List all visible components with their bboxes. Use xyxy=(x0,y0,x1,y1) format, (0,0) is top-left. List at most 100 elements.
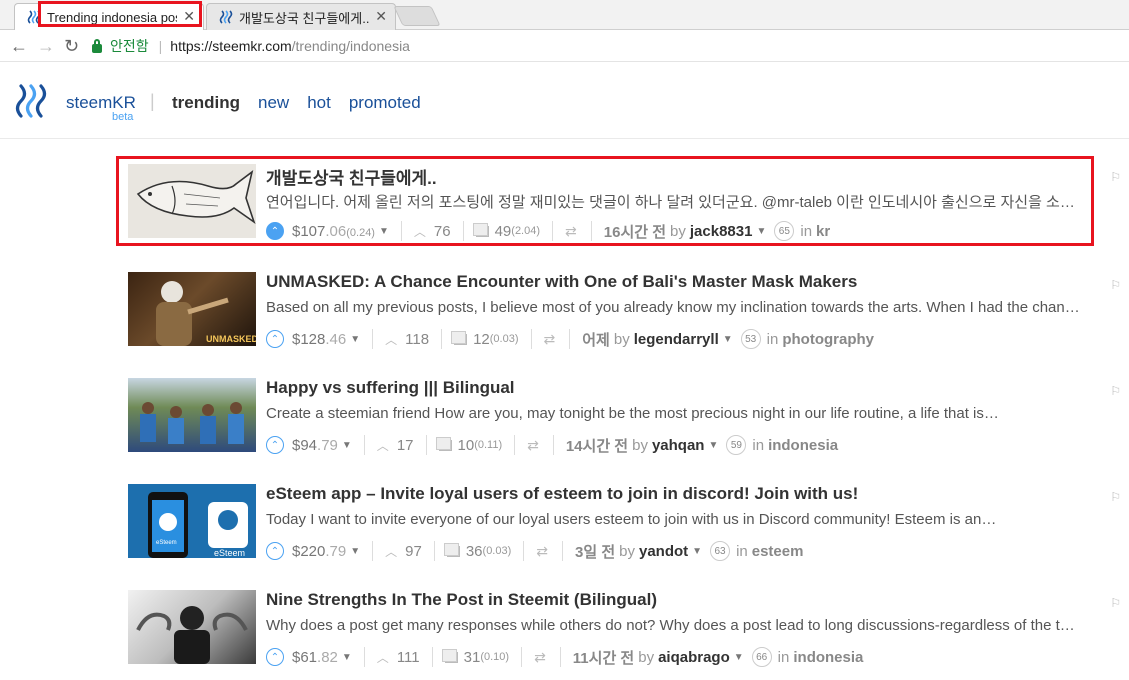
reputation-badge: 59 xyxy=(726,435,747,455)
browser-tab-post[interactable]: 개발도상국 친구들에게.. ✕ xyxy=(206,3,396,30)
comment-value: (0.03) xyxy=(482,545,512,557)
payout-dropdown-icon[interactable]: ▼ xyxy=(350,334,360,345)
post-meta: ⌃ $220.79 ▼ ︿ 97 36 (0.03) ⇄ 3일 전 by yand… xyxy=(266,540,803,562)
payout-value[interactable]: $94.79 xyxy=(292,437,338,454)
author-link[interactable]: aiqabrago xyxy=(658,649,730,666)
upvote-button[interactable]: ⌃ xyxy=(266,542,284,560)
author-dropdown-icon[interactable]: ▼ xyxy=(708,440,718,451)
post-thumbnail[interactable]: eSteem eSteem xyxy=(128,484,256,558)
nav-hot[interactable]: hot xyxy=(307,93,331,113)
meta-divider xyxy=(521,647,523,667)
mask-maker-photo-image: UNMASKED xyxy=(156,281,256,346)
meta-divider xyxy=(514,435,516,455)
upvote-button[interactable]: ⌃ xyxy=(266,648,284,666)
post-thumbnail[interactable] xyxy=(128,590,256,664)
resteem-icon[interactable]: ⇄ xyxy=(536,543,548,560)
payout-value[interactable]: $128.46 xyxy=(292,331,346,348)
payout-value[interactable]: $220.79 xyxy=(292,543,346,560)
post-title[interactable]: UNMASKED: A Chance Encounter with One of… xyxy=(266,272,857,292)
post-title[interactable]: Nine Strengths In The Post in Steemit (B… xyxy=(266,590,657,610)
group-photo-image xyxy=(140,402,244,444)
meta-divider xyxy=(559,647,561,667)
reputation-badge: 66 xyxy=(751,647,772,667)
reload-icon[interactable]: ↻ xyxy=(64,36,79,57)
category-link[interactable]: indonesia xyxy=(768,437,838,454)
steem-logo-icon[interactable] xyxy=(14,83,50,119)
flag-icon[interactable]: ⚐ xyxy=(1110,278,1121,292)
post-title[interactable]: eSteem app – Invite loyal users of estee… xyxy=(266,484,858,504)
meta-divider xyxy=(372,541,374,561)
author-dropdown-icon[interactable]: ▼ xyxy=(692,546,702,557)
post-time[interactable]: 11시간 전 xyxy=(573,647,634,668)
meta-divider xyxy=(433,541,435,561)
post-time[interactable]: 3일 전 xyxy=(575,541,615,562)
post-meta: ⌃ $61.82 ▼ ︿ 111 31 (0.10) ⇄ 11시간 전 by ai… xyxy=(266,646,863,668)
comment-count[interactable]: 10 xyxy=(458,437,475,454)
chevron-up-icon: ︿ xyxy=(385,332,398,347)
post-summary[interactable]: Today I want to invite everyone of our l… xyxy=(266,511,1080,528)
resteem-icon[interactable]: ⇄ xyxy=(544,331,556,348)
flag-icon[interactable]: ⚐ xyxy=(1110,384,1121,398)
by-label: by xyxy=(619,542,635,560)
post-summary[interactable]: Why does a post get many responses while… xyxy=(266,617,1080,634)
upvote-button[interactable]: ⌃ xyxy=(266,436,284,454)
post-time[interactable]: 14시간 전 xyxy=(566,435,628,456)
vote-count[interactable]: 111 xyxy=(397,649,420,666)
author-dropdown-icon[interactable]: ▼ xyxy=(734,652,744,663)
post-summary[interactable]: Based on all my previous posts, I believ… xyxy=(266,299,1080,316)
url-path: /trending/indonesia xyxy=(291,38,410,54)
secure-label: 안전함 xyxy=(110,38,149,54)
post-item: Nine Strengths In The Post in Steemit (B… xyxy=(128,590,1121,680)
vote-count[interactable]: 118 xyxy=(405,331,429,348)
post-meta: ⌃ $128.46 ▼ ︿ 118 12 (0.03) ⇄ 어제 by legen… xyxy=(266,328,874,350)
post-time[interactable]: 어제 xyxy=(582,329,610,350)
new-tab-button[interactable] xyxy=(393,6,441,26)
payout-dropdown-icon[interactable]: ▼ xyxy=(350,546,360,557)
in-label: in xyxy=(736,542,748,560)
comment-count[interactable]: 12 xyxy=(473,331,490,348)
author-dropdown-icon[interactable]: ▼ xyxy=(723,334,733,345)
payout-dropdown-icon[interactable]: ▼ xyxy=(342,652,352,663)
post-thumbnail[interactable]: UNMASKED xyxy=(128,272,256,346)
forward-arrow-icon[interactable]: → xyxy=(37,36,55,57)
category-link[interactable]: indonesia xyxy=(793,649,863,666)
strength-illustration-image xyxy=(136,606,248,664)
flag-icon[interactable]: ⚐ xyxy=(1110,596,1121,610)
beta-label: beta xyxy=(112,111,134,123)
post-item: Happy vs suffering ||| Bilingual Create … xyxy=(128,378,1121,468)
post-title[interactable]: Happy vs suffering ||| Bilingual xyxy=(266,378,515,398)
comment-count[interactable]: 36 xyxy=(466,543,483,560)
author-link[interactable]: legendarryll xyxy=(634,331,719,348)
vote-count[interactable]: 97 xyxy=(405,543,422,560)
comment-value: (0.10) xyxy=(480,651,510,663)
author-link[interactable]: yandot xyxy=(639,543,688,560)
brand-name[interactable]: steemKR xyxy=(66,93,136,113)
author-link[interactable]: yahqan xyxy=(652,437,705,454)
upvote-button[interactable]: ⌃ xyxy=(266,330,284,348)
flag-icon[interactable]: ⚐ xyxy=(1110,170,1121,184)
resteem-icon[interactable]: ⇄ xyxy=(527,437,539,454)
flag-icon[interactable]: ⚐ xyxy=(1110,490,1121,504)
post-thumbnail[interactable] xyxy=(128,378,256,452)
browser-tab-strip: Trending indonesia post ✕ 개발도상국 친구들에게.. … xyxy=(0,0,1129,30)
close-tab-icon[interactable]: ✕ xyxy=(375,8,387,25)
back-arrow-icon[interactable]: ← xyxy=(10,36,28,57)
category-link[interactable]: photography xyxy=(782,331,874,348)
site-header: steemKR beta | trending new hot promoted xyxy=(0,63,1129,139)
payout-value[interactable]: $61.82 xyxy=(292,649,338,666)
resteem-icon[interactable]: ⇄ xyxy=(534,649,546,666)
address-bar[interactable]: 안전함 | https://steemkr.com /trending/indo… xyxy=(92,34,1122,58)
post-meta: ⌃ $94.79 ▼ ︿ 17 10 (0.11) ⇄ 14시간 전 by yah… xyxy=(266,434,838,456)
category-link[interactable]: esteem xyxy=(752,543,804,560)
comment-count[interactable]: 31 xyxy=(464,649,481,666)
nav-trending[interactable]: trending xyxy=(172,93,240,113)
by-label: by xyxy=(638,648,655,666)
comment-value: (0.03) xyxy=(489,333,519,345)
payout-dropdown-icon[interactable]: ▼ xyxy=(342,440,352,451)
post-item: eSteem eSteem eSteem app – Invite loyal … xyxy=(128,484,1121,574)
nav-promoted[interactable]: promoted xyxy=(349,93,421,113)
nav-new[interactable]: new xyxy=(258,93,289,113)
post-summary[interactable]: Create a steemian friend How are you, ma… xyxy=(266,405,1080,422)
vote-count[interactable]: 17 xyxy=(397,437,414,454)
lock-icon xyxy=(92,38,102,53)
